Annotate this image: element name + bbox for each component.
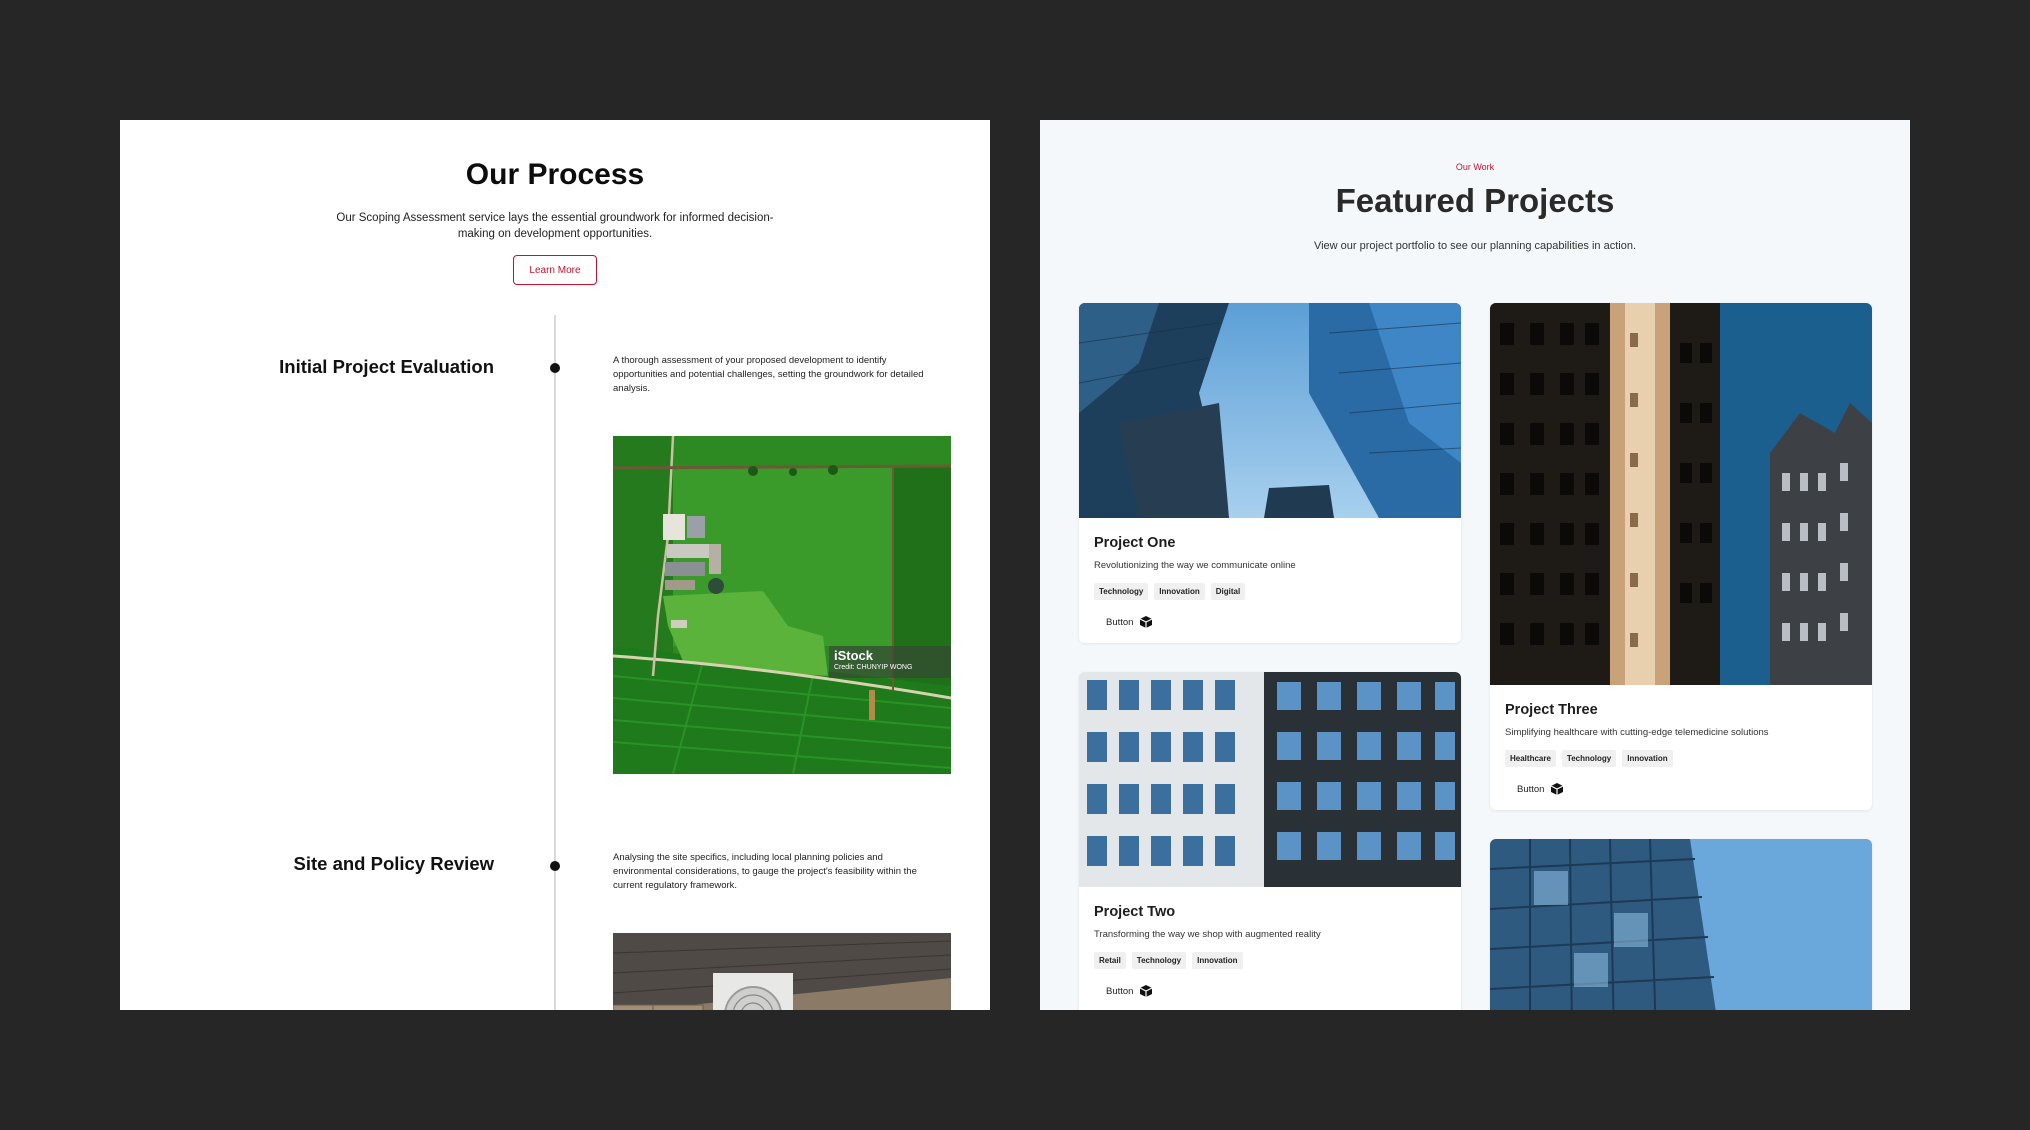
aerial-farm-image: iStock Credit: CHUNYIP WONG bbox=[613, 436, 951, 774]
project-button[interactable]: Button bbox=[1106, 984, 1446, 998]
step-title: Site and Policy Review bbox=[293, 853, 495, 874]
project-image bbox=[1490, 839, 1872, 1010]
project-description: Simplifying healthcare with cutting-edge… bbox=[1505, 727, 1769, 738]
istock-watermark: iStock Credit: CHUNYIP WONG bbox=[829, 646, 951, 678]
cube-icon bbox=[1140, 985, 1153, 997]
project-image bbox=[1490, 303, 1872, 685]
process-subtitle: Our Scoping Assessment service lays the … bbox=[336, 212, 774, 240]
button-label: Button bbox=[1106, 985, 1134, 997]
timeline-dot bbox=[550, 363, 560, 373]
tag: Innovation bbox=[1192, 952, 1243, 969]
projects-title: Featured Projects bbox=[1335, 182, 1615, 219]
learn-more-button[interactable]: Learn More bbox=[513, 255, 597, 285]
tag-list: Retail Technology Innovation bbox=[1094, 952, 1446, 969]
step-title: Initial Project Evaluation bbox=[279, 356, 494, 377]
tag: Retail bbox=[1094, 952, 1126, 969]
projects-panel: Our Work Featured Projects View our proj… bbox=[1040, 120, 1910, 1010]
cube-icon bbox=[1140, 616, 1153, 628]
timeline-line bbox=[554, 315, 556, 1010]
tag: Technology bbox=[1561, 750, 1617, 767]
tag: Innovation bbox=[1154, 583, 1205, 600]
watermark-credit: Credit: CHUNYIP WONG bbox=[834, 664, 913, 671]
aerial-farm-illustration bbox=[613, 436, 951, 774]
roof-heat-pump-image bbox=[613, 933, 951, 1010]
tag-list: Technology Innovation Digital bbox=[1094, 583, 1446, 600]
project-description: Transforming the way we shop with augmen… bbox=[1094, 929, 1321, 940]
tag: Technology bbox=[1131, 952, 1187, 969]
project-button[interactable]: Button bbox=[1517, 782, 1857, 796]
project-card[interactable]: Project One Revolutionizing the way we c… bbox=[1079, 303, 1461, 643]
watermark-brand: iStock bbox=[834, 648, 874, 663]
tag: Healthcare bbox=[1505, 750, 1556, 767]
project-description: Revolutionizing the way we communicate o… bbox=[1094, 560, 1296, 571]
roof-illustration bbox=[613, 933, 951, 1010]
project-image bbox=[1079, 672, 1461, 887]
projects-subtitle: View our project portfolio to see our pl… bbox=[1313, 240, 1637, 252]
project-title: Project One bbox=[1094, 535, 1176, 551]
project-title: Project Two bbox=[1094, 904, 1176, 920]
tag-list: Healthcare Technology Innovation bbox=[1505, 750, 1857, 767]
tag: Innovation bbox=[1622, 750, 1673, 767]
cube-icon bbox=[1551, 783, 1564, 795]
process-panel: Our Process Our Scoping Assessment servi… bbox=[120, 120, 990, 1010]
building-facade-illustration bbox=[1079, 672, 1461, 887]
skyscrapers-illustration bbox=[1079, 303, 1461, 518]
tall-building-illustration bbox=[1490, 303, 1872, 685]
process-title: Our Process bbox=[465, 158, 645, 191]
project-card[interactable]: Project Two Transforming the way we shop… bbox=[1079, 672, 1461, 1010]
section-label: Our Work bbox=[1455, 162, 1495, 172]
project-card[interactable] bbox=[1490, 839, 1872, 1010]
step-description: Analysing the site specifics, including … bbox=[613, 852, 917, 891]
timeline-dot bbox=[550, 861, 560, 871]
project-image bbox=[1079, 303, 1461, 518]
tag: Digital bbox=[1210, 583, 1246, 600]
glass-building-illustration bbox=[1490, 839, 1872, 1010]
project-card[interactable]: Project Three Simplifying healthcare wit… bbox=[1490, 303, 1872, 810]
tag: Technology bbox=[1094, 583, 1149, 600]
project-title: Project Three bbox=[1505, 702, 1598, 718]
project-button[interactable]: Button bbox=[1106, 615, 1446, 629]
button-label: Button bbox=[1106, 616, 1134, 628]
button-label: Button bbox=[1517, 783, 1545, 795]
step-description: A thorough assessment of your proposed d… bbox=[613, 355, 924, 394]
